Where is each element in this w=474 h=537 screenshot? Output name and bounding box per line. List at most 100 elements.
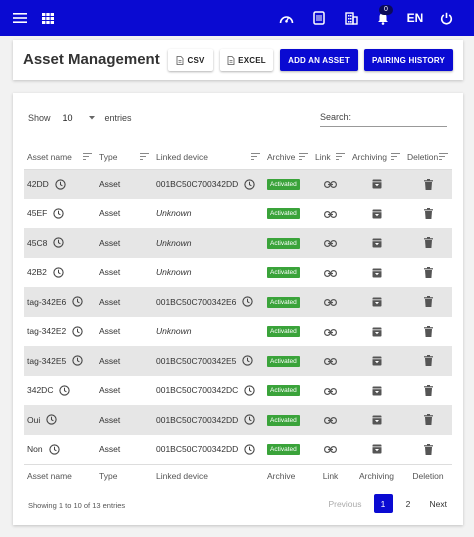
asset-name[interactable]: 42B2 — [27, 267, 47, 277]
clock-icon[interactable] — [53, 237, 64, 248]
link-icon[interactable] — [324, 210, 337, 218]
table-row: tag-342E2 Asset Unknown Activated — [24, 317, 452, 347]
archive-icon[interactable] — [372, 238, 382, 248]
trash-icon[interactable] — [423, 266, 433, 278]
notifications-button[interactable]: 0 — [372, 0, 394, 36]
clock-icon[interactable] — [46, 414, 57, 425]
trash-icon[interactable] — [423, 237, 433, 249]
asset-name[interactable]: Non — [27, 444, 43, 454]
asset-type: Asset — [96, 169, 153, 199]
archive-icon[interactable] — [372, 415, 382, 425]
gauge-icon[interactable] — [277, 0, 295, 36]
clock-icon[interactable] — [53, 267, 64, 278]
asset-name[interactable]: 42DD — [27, 179, 49, 189]
clock-icon[interactable] — [59, 385, 71, 396]
sort-icon — [336, 153, 345, 161]
asset-name[interactable]: 342DC — [27, 385, 53, 395]
column-header[interactable]: Type — [96, 145, 153, 170]
page-button[interactable]: 2 — [399, 494, 418, 513]
next-page-button[interactable]: Next — [426, 495, 451, 513]
clock-icon[interactable] — [244, 414, 255, 425]
archive-icon[interactable] — [372, 297, 382, 307]
link-icon[interactable] — [324, 240, 337, 247]
clock-icon[interactable] — [242, 296, 253, 307]
asset-name[interactable]: tag-342E6 — [27, 297, 66, 307]
linked-device-cell: 001BC50C700342E5 — [153, 346, 264, 376]
asset-name[interactable]: 45C8 — [27, 238, 47, 248]
archive-icon[interactable] — [372, 179, 382, 189]
link-cell — [312, 376, 349, 406]
clock-icon[interactable] — [72, 326, 83, 337]
clock-icon[interactable] — [55, 178, 66, 190]
clock-icon[interactable] — [242, 355, 253, 366]
link-cell — [312, 199, 349, 229]
archive-icon[interactable] — [372, 268, 382, 278]
archive-icon[interactable] — [372, 444, 382, 454]
link-icon[interactable] — [324, 181, 337, 189]
asset-name[interactable]: tag-342E2 — [27, 326, 66, 336]
asset-name[interactable]: tag-342E5 — [27, 356, 66, 366]
language-selector[interactable]: EN — [404, 0, 426, 36]
clock-icon[interactable] — [53, 208, 64, 219]
link-icon[interactable] — [324, 446, 337, 454]
grid-icon[interactable] — [39, 0, 57, 36]
export-csv-button[interactable]: CSV — [168, 49, 213, 71]
link-icon[interactable] — [324, 328, 337, 336]
archive-icon[interactable] — [372, 209, 382, 219]
clock-icon[interactable] — [72, 296, 83, 307]
trash-icon[interactable] — [423, 178, 433, 190]
asset-name[interactable]: 45EF — [27, 208, 47, 218]
column-header[interactable]: Deletion — [404, 145, 452, 170]
pairing-history-button[interactable]: PAIRING HISTORY — [364, 49, 453, 71]
export-excel-button[interactable]: EXCEL — [220, 49, 273, 71]
trash-icon[interactable] — [423, 384, 433, 396]
linked-device-cell: 001BC50C700342DD — [153, 405, 264, 435]
csv-label: CSV — [187, 55, 205, 65]
column-header[interactable]: Archive — [264, 145, 312, 170]
archive-icon[interactable] — [372, 386, 382, 396]
menu-icon[interactable] — [11, 0, 29, 36]
table-body: 42DD Asset 001BC50C700342DD Activated 45EF As… — [24, 169, 452, 464]
trash-icon[interactable] — [423, 443, 433, 455]
page-button[interactable]: 1 — [373, 494, 393, 513]
sort-icon — [391, 153, 400, 161]
link-icon[interactable] — [324, 299, 337, 306]
asset-name[interactable]: Oui — [27, 415, 40, 425]
building-icon[interactable] — [342, 0, 360, 36]
clock-icon[interactable] — [48, 443, 60, 455]
archive-icon[interactable] — [372, 356, 382, 366]
table-row: tag-342E6 Asset 001BC50C700342E6 Activated — [24, 287, 452, 317]
clock-icon[interactable] — [244, 178, 255, 190]
trash-icon[interactable] — [423, 355, 433, 367]
link-icon[interactable] — [324, 358, 337, 365]
trash-icon[interactable] — [423, 207, 433, 219]
trash-icon[interactable] — [423, 414, 433, 426]
status-badge: Activated — [267, 326, 300, 338]
entries-select[interactable]: 10 — [63, 113, 95, 123]
archive-status-cell: Activated — [264, 169, 312, 199]
column-header[interactable]: Link — [312, 145, 349, 170]
clock-icon[interactable] — [244, 385, 255, 396]
archive-status-cell: Activated — [264, 317, 312, 347]
add-asset-button[interactable]: ADD AN ASSET — [280, 49, 358, 71]
clock-icon[interactable] — [72, 355, 83, 366]
search-input[interactable] — [320, 112, 447, 122]
table-row: 342DC Asset 001BC50C700342DC Activated — [24, 376, 452, 406]
linked-device: Unknown — [156, 237, 192, 248]
link-icon[interactable] — [324, 417, 337, 424]
entries-value: 10 — [62, 113, 73, 123]
link-icon[interactable] — [324, 387, 337, 395]
sort-icon — [299, 153, 308, 161]
trash-icon[interactable] — [423, 296, 433, 308]
clock-icon[interactable] — [244, 443, 255, 455]
power-icon[interactable] — [436, 0, 456, 36]
asset-type: Asset — [96, 228, 153, 258]
archive-icon[interactable] — [372, 327, 382, 337]
trash-icon[interactable] — [423, 325, 433, 337]
previous-page-button[interactable]: Previous — [324, 495, 365, 513]
link-icon[interactable] — [324, 269, 337, 277]
scanner-icon[interactable] — [310, 0, 328, 36]
column-header[interactable]: Archiving — [349, 145, 404, 170]
column-header[interactable]: Asset name — [24, 145, 96, 170]
column-header[interactable]: Linked device — [153, 145, 264, 170]
